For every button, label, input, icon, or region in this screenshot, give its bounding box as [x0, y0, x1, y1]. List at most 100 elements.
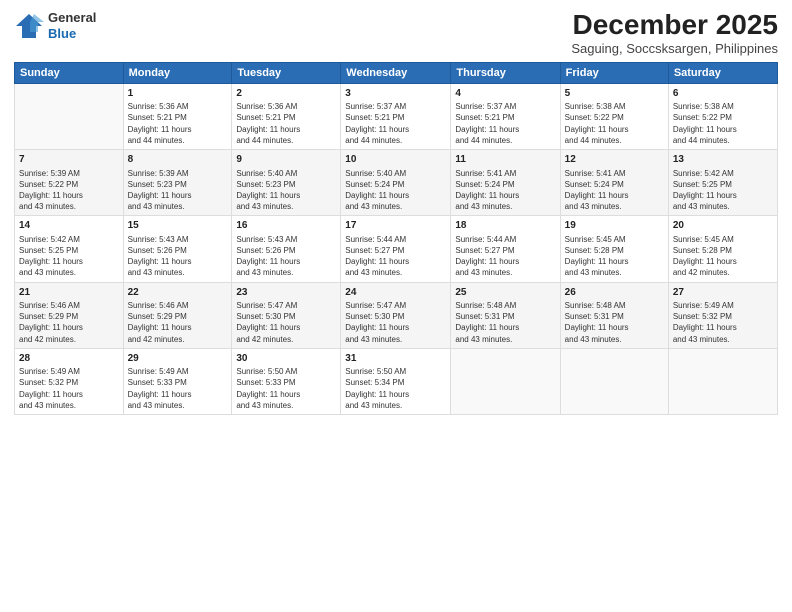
day-number: 9: [236, 153, 336, 167]
day-number: 15: [128, 219, 228, 233]
day-number: 27: [673, 286, 773, 300]
calendar-cell: 31Sunrise: 5:50 AM Sunset: 5:34 PM Dayli…: [341, 348, 451, 414]
calendar-cell: 19Sunrise: 5:45 AM Sunset: 5:28 PM Dayli…: [560, 216, 668, 282]
day-number: 8: [128, 153, 228, 167]
calendar-cell: 2Sunrise: 5:36 AM Sunset: 5:21 PM Daylig…: [232, 83, 341, 149]
day-info: Sunrise: 5:49 AM Sunset: 5:32 PM Dayligh…: [673, 300, 773, 345]
day-number: 22: [128, 286, 228, 300]
day-number: 26: [565, 286, 664, 300]
day-info: Sunrise: 5:45 AM Sunset: 5:28 PM Dayligh…: [565, 234, 664, 279]
day-info: Sunrise: 5:46 AM Sunset: 5:29 PM Dayligh…: [128, 300, 228, 345]
calendar-cell: 28Sunrise: 5:49 AM Sunset: 5:32 PM Dayli…: [15, 348, 124, 414]
day-number: 31: [345, 352, 446, 366]
day-info: Sunrise: 5:46 AM Sunset: 5:29 PM Dayligh…: [19, 300, 119, 345]
day-number: 23: [236, 286, 336, 300]
day-number: 13: [673, 153, 773, 167]
day-number: 7: [19, 153, 119, 167]
day-info: Sunrise: 5:50 AM Sunset: 5:34 PM Dayligh…: [345, 366, 446, 411]
calendar-page: General Blue December 2025 Saguing, Socc…: [0, 0, 792, 612]
week-row-5: 28Sunrise: 5:49 AM Sunset: 5:32 PM Dayli…: [15, 348, 778, 414]
day-info: Sunrise: 5:39 AM Sunset: 5:23 PM Dayligh…: [128, 168, 228, 213]
calendar-cell: 24Sunrise: 5:47 AM Sunset: 5:30 PM Dayli…: [341, 282, 451, 348]
calendar-cell: 15Sunrise: 5:43 AM Sunset: 5:26 PM Dayli…: [123, 216, 232, 282]
day-number: 3: [345, 87, 446, 101]
weekday-header-sunday: Sunday: [15, 62, 124, 83]
day-info: Sunrise: 5:43 AM Sunset: 5:26 PM Dayligh…: [236, 234, 336, 279]
day-number: 14: [19, 219, 119, 233]
day-number: 2: [236, 87, 336, 101]
weekday-header-thursday: Thursday: [451, 62, 560, 83]
day-info: Sunrise: 5:36 AM Sunset: 5:21 PM Dayligh…: [236, 101, 336, 146]
calendar-cell: 9Sunrise: 5:40 AM Sunset: 5:23 PM Daylig…: [232, 150, 341, 216]
day-number: 18: [455, 219, 555, 233]
day-number: 25: [455, 286, 555, 300]
calendar-cell: 21Sunrise: 5:46 AM Sunset: 5:29 PM Dayli…: [15, 282, 124, 348]
calendar-cell: 26Sunrise: 5:48 AM Sunset: 5:31 PM Dayli…: [560, 282, 668, 348]
day-info: Sunrise: 5:38 AM Sunset: 5:22 PM Dayligh…: [565, 101, 664, 146]
day-info: Sunrise: 5:36 AM Sunset: 5:21 PM Dayligh…: [128, 101, 228, 146]
day-info: Sunrise: 5:49 AM Sunset: 5:33 PM Dayligh…: [128, 366, 228, 411]
weekday-header-monday: Monday: [123, 62, 232, 83]
logo-text: General Blue: [48, 10, 96, 41]
day-info: Sunrise: 5:40 AM Sunset: 5:24 PM Dayligh…: [345, 168, 446, 213]
day-number: 1: [128, 87, 228, 101]
day-info: Sunrise: 5:44 AM Sunset: 5:27 PM Dayligh…: [345, 234, 446, 279]
calendar-cell: 18Sunrise: 5:44 AM Sunset: 5:27 PM Dayli…: [451, 216, 560, 282]
day-number: 17: [345, 219, 446, 233]
day-info: Sunrise: 5:42 AM Sunset: 5:25 PM Dayligh…: [673, 168, 773, 213]
day-number: 16: [236, 219, 336, 233]
week-row-3: 14Sunrise: 5:42 AM Sunset: 5:25 PM Dayli…: [15, 216, 778, 282]
calendar-cell: 14Sunrise: 5:42 AM Sunset: 5:25 PM Dayli…: [15, 216, 124, 282]
weekday-header-friday: Friday: [560, 62, 668, 83]
calendar-cell: 25Sunrise: 5:48 AM Sunset: 5:31 PM Dayli…: [451, 282, 560, 348]
day-number: 11: [455, 153, 555, 167]
calendar-cell: 12Sunrise: 5:41 AM Sunset: 5:24 PM Dayli…: [560, 150, 668, 216]
calendar-cell: 7Sunrise: 5:39 AM Sunset: 5:22 PM Daylig…: [15, 150, 124, 216]
calendar-cell: 23Sunrise: 5:47 AM Sunset: 5:30 PM Dayli…: [232, 282, 341, 348]
month-title: December 2025: [571, 10, 778, 41]
calendar-cell: 11Sunrise: 5:41 AM Sunset: 5:24 PM Dayli…: [451, 150, 560, 216]
calendar-cell: 22Sunrise: 5:46 AM Sunset: 5:29 PM Dayli…: [123, 282, 232, 348]
weekday-header-wednesday: Wednesday: [341, 62, 451, 83]
day-info: Sunrise: 5:43 AM Sunset: 5:26 PM Dayligh…: [128, 234, 228, 279]
calendar-cell: 17Sunrise: 5:44 AM Sunset: 5:27 PM Dayli…: [341, 216, 451, 282]
day-number: 24: [345, 286, 446, 300]
calendar-cell: [668, 348, 777, 414]
day-number: 28: [19, 352, 119, 366]
title-block: December 2025 Saguing, Soccsksargen, Phi…: [571, 10, 778, 56]
day-info: Sunrise: 5:37 AM Sunset: 5:21 PM Dayligh…: [455, 101, 555, 146]
calendar-cell: 8Sunrise: 5:39 AM Sunset: 5:23 PM Daylig…: [123, 150, 232, 216]
day-info: Sunrise: 5:47 AM Sunset: 5:30 PM Dayligh…: [236, 300, 336, 345]
calendar-table: SundayMondayTuesdayWednesdayThursdayFrid…: [14, 62, 778, 415]
calendar-cell: 1Sunrise: 5:36 AM Sunset: 5:21 PM Daylig…: [123, 83, 232, 149]
day-info: Sunrise: 5:44 AM Sunset: 5:27 PM Dayligh…: [455, 234, 555, 279]
week-row-1: 1Sunrise: 5:36 AM Sunset: 5:21 PM Daylig…: [15, 83, 778, 149]
calendar-cell: 16Sunrise: 5:43 AM Sunset: 5:26 PM Dayli…: [232, 216, 341, 282]
day-info: Sunrise: 5:42 AM Sunset: 5:25 PM Dayligh…: [19, 234, 119, 279]
calendar-cell: 20Sunrise: 5:45 AM Sunset: 5:28 PM Dayli…: [668, 216, 777, 282]
day-number: 19: [565, 219, 664, 233]
day-number: 30: [236, 352, 336, 366]
calendar-cell: 30Sunrise: 5:50 AM Sunset: 5:33 PM Dayli…: [232, 348, 341, 414]
day-number: 12: [565, 153, 664, 167]
calendar-cell: 5Sunrise: 5:38 AM Sunset: 5:22 PM Daylig…: [560, 83, 668, 149]
day-info: Sunrise: 5:38 AM Sunset: 5:22 PM Dayligh…: [673, 101, 773, 146]
page-header: General Blue December 2025 Saguing, Socc…: [14, 10, 778, 56]
logo-blue: Blue: [48, 26, 96, 42]
day-info: Sunrise: 5:48 AM Sunset: 5:31 PM Dayligh…: [565, 300, 664, 345]
calendar-cell: [560, 348, 668, 414]
day-number: 21: [19, 286, 119, 300]
calendar-cell: 27Sunrise: 5:49 AM Sunset: 5:32 PM Dayli…: [668, 282, 777, 348]
day-number: 20: [673, 219, 773, 233]
day-info: Sunrise: 5:40 AM Sunset: 5:23 PM Dayligh…: [236, 168, 336, 213]
day-info: Sunrise: 5:48 AM Sunset: 5:31 PM Dayligh…: [455, 300, 555, 345]
calendar-cell: 3Sunrise: 5:37 AM Sunset: 5:21 PM Daylig…: [341, 83, 451, 149]
logo: General Blue: [14, 10, 96, 41]
day-info: Sunrise: 5:45 AM Sunset: 5:28 PM Dayligh…: [673, 234, 773, 279]
week-row-2: 7Sunrise: 5:39 AM Sunset: 5:22 PM Daylig…: [15, 150, 778, 216]
logo-general: General: [48, 10, 96, 26]
day-number: 10: [345, 153, 446, 167]
week-row-4: 21Sunrise: 5:46 AM Sunset: 5:29 PM Dayli…: [15, 282, 778, 348]
day-info: Sunrise: 5:41 AM Sunset: 5:24 PM Dayligh…: [565, 168, 664, 213]
weekday-header-tuesday: Tuesday: [232, 62, 341, 83]
